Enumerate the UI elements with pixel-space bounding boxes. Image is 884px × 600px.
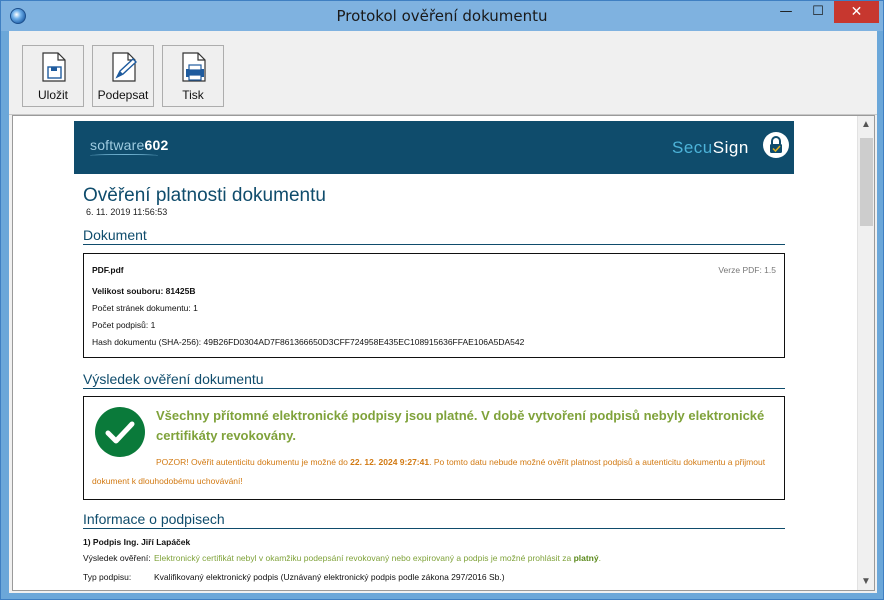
document-info-box: PDF.pdf Verze PDF: 1.5 Velikost souboru:…: [83, 253, 785, 358]
vertical-scrollbar[interactable]: ▲ ▼: [857, 116, 874, 590]
page-count: Počet stránek dokumentu: 1: [92, 303, 198, 313]
toolbar: Uložit Podepsat Tisk: [9, 31, 877, 115]
report-date: 6. 11. 2019 11:56:53: [86, 207, 168, 217]
signature-title: 1) Podpis Ing. Jiří Lapáček: [83, 537, 191, 547]
minimize-button[interactable]: —: [771, 1, 801, 23]
type-text: Kvalifikovaný elektronický podpis (Uznáv…: [154, 572, 505, 582]
report-title: Ověření platnosti dokumentu: [83, 185, 326, 206]
scroll-down-button[interactable]: ▼: [858, 573, 874, 590]
type-label: Typ podpisu:: [83, 572, 132, 582]
verification-result-box: Všechny přítomné elektronické podpisy js…: [83, 396, 785, 500]
scroll-up-button[interactable]: ▲: [858, 116, 874, 133]
close-button[interactable]: ✕: [834, 1, 879, 23]
section-heading-result: Výsledek ověření dokumentu: [83, 371, 264, 387]
document-viewer[interactable]: software602 SecuSign Ověření platnosti d…: [12, 115, 875, 591]
save-button[interactable]: Uložit: [22, 45, 84, 107]
print-button[interactable]: Tisk: [162, 45, 224, 107]
software602-logo: software602: [90, 137, 169, 153]
warning-line-1: POZOR! Ověřit autenticitu dokumentu je m…: [156, 457, 766, 467]
client-area: Uložit Podepsat Tisk software602 SecuSig…: [9, 31, 877, 593]
section-divider: [83, 528, 785, 529]
sign-icon: [112, 52, 137, 82]
maximize-button[interactable]: ☐: [803, 1, 833, 23]
section-divider: [83, 244, 785, 245]
sign-button[interactable]: Podepsat: [92, 45, 154, 107]
secusign-logo: SecuSign: [672, 138, 749, 157]
window-title: Protokol ověření dokumentu: [336, 7, 548, 25]
lock-icon: [763, 132, 789, 158]
section-heading-signatures: Informace o podpisech: [83, 511, 225, 527]
verify-text: Elektronický certifikát nebyl v okamžiku…: [154, 553, 601, 563]
signature-count: Počet podpisů: 1: [92, 320, 156, 330]
app-window: Protokol ověření dokumentu — ☐ ✕ Uložit: [0, 0, 884, 600]
section-heading-document: Dokument: [83, 227, 147, 243]
result-message: Všechny přítomné elektronické podpisy js…: [156, 408, 765, 443]
print-icon: [182, 52, 206, 82]
sign-label: Podepsat: [97, 88, 149, 102]
section-divider: [83, 388, 785, 389]
file-name: PDF.pdf: [92, 265, 124, 275]
file-size: Velikost souboru: 81425B: [92, 286, 196, 296]
scroll-thumb[interactable]: [860, 138, 873, 226]
document-hash: Hash dokumentu (SHA-256): 49B26FD0304AD7…: [92, 337, 525, 347]
pdf-version: Verze PDF: 1.5: [718, 265, 776, 275]
save-icon: [42, 52, 66, 82]
warning-line-2: dokument k dlouhodobému uchovávání!: [92, 476, 243, 486]
logo-swoosh: [90, 154, 158, 157]
verify-label: Výsledek ověření:: [83, 553, 151, 563]
checkmark-icon: [95, 407, 145, 457]
header-banner: software602 SecuSign: [74, 121, 794, 174]
save-label: Uložit: [37, 88, 68, 102]
print-label: Tisk: [182, 88, 204, 102]
title-bar[interactable]: Protokol ověření dokumentu — ☐ ✕: [1, 1, 883, 31]
